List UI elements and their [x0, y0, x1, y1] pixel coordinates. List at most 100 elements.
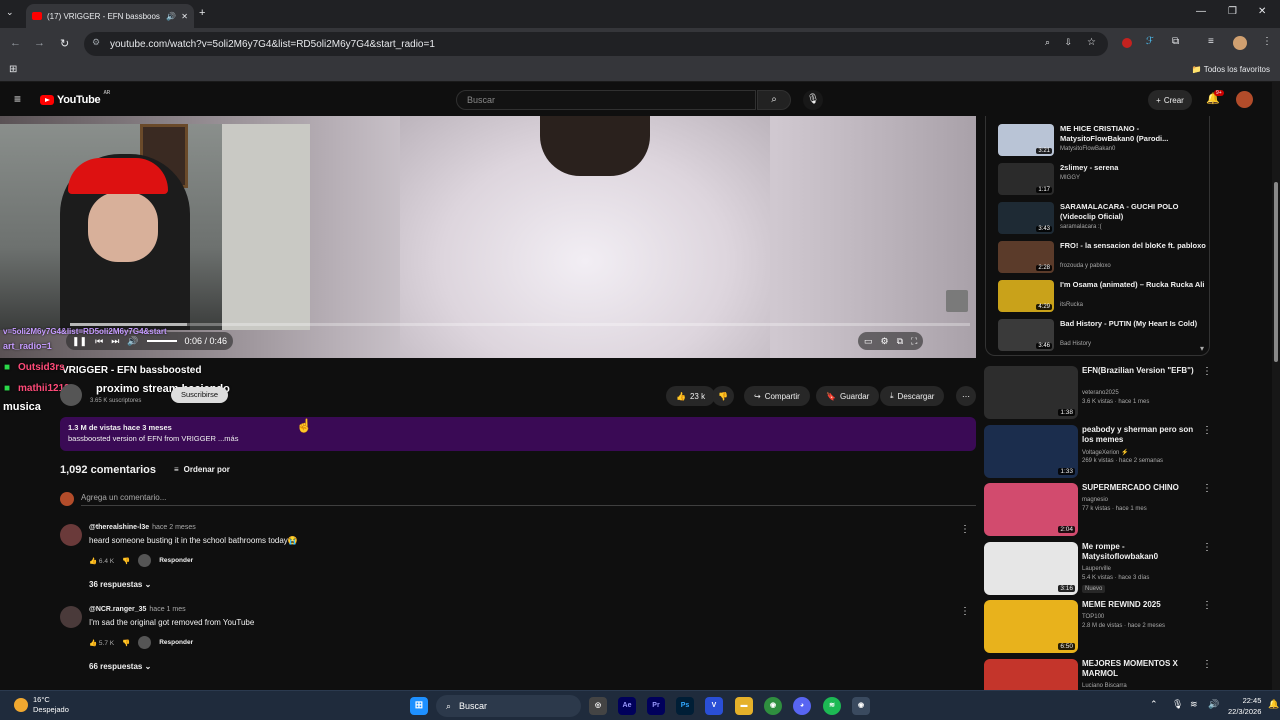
tray-mic-icon[interactable]: 🎙	[1172, 699, 1183, 710]
share-button[interactable]: ↪ Compartir	[744, 386, 810, 406]
view-replies-button[interactable]: 66 respuestas ⌄	[89, 662, 151, 671]
subscribe-button[interactable]: Suscribirse	[171, 387, 229, 403]
recommended-video[interactable]: 1:33 peabody y sherman pero son los meme…	[984, 424, 1212, 481]
tab-search-icon[interactable]: ⌄	[6, 7, 14, 18]
recommended-menu-icon[interactable]: ⋮	[1202, 366, 1212, 377]
windows-start-icon[interactable]: ⊞	[410, 697, 428, 715]
volume-icon[interactable]: 🔊	[127, 336, 138, 347]
extension2-icon[interactable]: ℱ	[1146, 36, 1154, 47]
vegas-icon[interactable]: V	[705, 697, 723, 715]
premiere-icon[interactable]: Pr	[647, 697, 665, 715]
add-comment-input[interactable]: Agrega un comentario...	[81, 493, 166, 502]
comment-like-icon[interactable]: 👍 6.4 K	[89, 557, 114, 565]
site-info-icon[interactable]: ⚙	[92, 37, 100, 48]
discord-icon[interactable]: ◕	[793, 697, 811, 715]
playlist-scroll-down-icon[interactable]: ▾	[1200, 344, 1204, 353]
forward-arrow-icon[interactable]: →	[34, 37, 45, 49]
comment-menu-icon[interactable]: ⋮	[960, 524, 970, 535]
dislike-button[interactable]: 👎	[712, 386, 734, 406]
end-screen-thumbnail[interactable]	[946, 290, 968, 312]
recommended-menu-icon[interactable]: ⋮	[1202, 600, 1212, 611]
playlist-item[interactable]: 3:43 SARAMALACARA - GUCHI POLO (Videocli…	[998, 202, 1208, 238]
spotify-icon[interactable]: ≋	[823, 697, 841, 715]
apps-grid-icon[interactable]: ⊞	[9, 64, 17, 75]
after-effects-icon[interactable]: Ae	[618, 697, 636, 715]
url-field[interactable]: ⚙ youtube.com/watch?v=5oli2M6y7G4&list=R…	[84, 32, 1108, 56]
install-icon[interactable]: ⇩	[1064, 37, 1072, 48]
recommended-video[interactable]: 6:50 MEME REWIND 2025 TOP100 2.8 M de vi…	[984, 600, 1212, 656]
search-button[interactable]: ⌕	[757, 90, 791, 110]
channel-avatar[interactable]	[60, 384, 82, 406]
chrome-active-icon[interactable]: ◉	[852, 697, 870, 715]
settings-gear-icon[interactable]: ⚙	[881, 336, 889, 347]
voice-search-button[interactable]: 🎙	[803, 90, 823, 110]
comment-dislike-icon[interactable]: 👎	[122, 639, 130, 647]
fullscreen-icon[interactable]: ⛶	[911, 336, 917, 347]
comment-avatar[interactable]	[60, 606, 82, 628]
notification-center-icon[interactable]: 🔔	[1268, 699, 1279, 710]
extension-icon[interactable]	[1122, 38, 1132, 48]
create-button[interactable]: + Crear	[1148, 90, 1192, 110]
hamburger-menu-icon[interactable]: ≡	[14, 92, 21, 106]
miniplayer-icon[interactable]: ⧉	[897, 336, 903, 347]
video-progress-bar[interactable]	[70, 323, 970, 326]
weather-widget[interactable]: 16°C Despejado	[33, 695, 69, 715]
copilot-icon[interactable]: ◎	[589, 697, 607, 715]
previous-icon[interactable]: ⏮	[95, 336, 103, 347]
playlist-item[interactable]: 1:17 2slimey - serena MIGGY	[998, 163, 1208, 199]
recommended-video[interactable]: 1:38 EFN(Brazilian Version "EFB") vetera…	[984, 366, 1212, 422]
file-explorer-icon[interactable]: ▬	[735, 697, 753, 715]
wifi-icon[interactable]: ≋	[1190, 699, 1198, 710]
more-actions-button[interactable]: ⋯	[956, 386, 976, 406]
page-scrollbar[interactable]	[1272, 82, 1280, 690]
volume-tray-icon[interactable]: 🔊	[1208, 699, 1219, 710]
reply-button[interactable]: Responder	[159, 557, 193, 564]
recommended-video[interactable]: 2:04 SUPERMERCADO CHINO magnesio 77 k vi…	[984, 483, 1212, 539]
reply-button[interactable]: Responder	[159, 639, 193, 646]
next-icon[interactable]: ⏭	[111, 336, 119, 347]
comment-dislike-icon[interactable]: 👎	[122, 557, 130, 565]
extensions-puzzle-icon[interactable]: ⧉	[1172, 36, 1179, 47]
browser-menu-icon[interactable]: ⋮	[1262, 36, 1272, 47]
bookmark-star-icon[interactable]: ☆	[1087, 37, 1096, 48]
zoom-icon[interactable]: ⌕	[1045, 37, 1050, 48]
subtitles-icon[interactable]: ▭	[864, 336, 873, 347]
comment-author[interactable]: @therealshine-l3e hace 2 meses	[89, 524, 196, 531]
tab-close-icon[interactable]: ✕	[181, 12, 188, 21]
profile-avatar[interactable]	[1233, 36, 1247, 50]
tray-chevron-icon[interactable]: ⌃	[1150, 699, 1158, 710]
youtube-logo[interactable]: YouTube AR	[40, 90, 110, 106]
comment-like-icon[interactable]: 👍 5.7 K	[89, 639, 114, 647]
search-input[interactable]: Buscar	[456, 90, 756, 110]
save-button[interactable]: 🔖 Guardar	[816, 386, 880, 406]
recommended-menu-icon[interactable]: ⋮	[1202, 483, 1212, 494]
playlist-item[interactable]: 2:28 FRO! - la sensacion del bloKe ft. p…	[998, 241, 1208, 277]
pause-icon[interactable]: ❚❚	[72, 336, 87, 347]
window-close-icon[interactable]: ✕	[1258, 6, 1266, 17]
account-avatar[interactable]	[1236, 91, 1253, 108]
new-tab-button[interactable]: +	[199, 7, 205, 19]
minimize-icon[interactable]: —	[1196, 6, 1206, 17]
reload-icon[interactable]: ↻	[60, 37, 69, 50]
view-replies-button[interactable]: 36 respuestas ⌄	[89, 580, 151, 589]
comment-menu-icon[interactable]: ⋮	[960, 606, 970, 617]
recommended-menu-icon[interactable]: ⋮	[1202, 425, 1212, 436]
description-box[interactable]: 1.3 M de vistas hace 3 meses bassboosted…	[60, 417, 976, 451]
comment-author[interactable]: @NCR.ranger_35 hace 1 mes	[89, 606, 186, 613]
download-button[interactable]: ⤓ Descargar	[880, 386, 945, 406]
playlist-item[interactable]: 3:21 ME HICE CRISTIANO - MatysitoFlowBak…	[998, 124, 1208, 160]
scrollbar-thumb[interactable]	[1274, 182, 1278, 362]
restore-icon[interactable]: ❐	[1228, 6, 1237, 17]
volume-slider[interactable]	[146, 340, 177, 342]
playlist-item[interactable]: 3:46 Bad History - PUTIN (My Heart Is Co…	[998, 319, 1208, 355]
playlist-item[interactable]: 4:29 I'm Osama (animated) – Rucka Rucka …	[998, 280, 1208, 316]
recommended-menu-icon[interactable]: ⋮	[1202, 659, 1212, 670]
reading-list-icon[interactable]: ≡	[1208, 36, 1214, 47]
back-arrow-icon[interactable]: ←	[10, 37, 21, 49]
recommended-menu-icon[interactable]: ⋮	[1202, 542, 1212, 553]
comment-avatar[interactable]	[60, 524, 82, 546]
like-button[interactable]: 👍 23 k	[666, 386, 716, 406]
browser-tab-active[interactable]: (17) VRIGGER - EFN bassboos 🔊 ✕	[26, 4, 194, 28]
system-clock[interactable]: 22:45 22/3/2026	[1228, 695, 1261, 717]
recommended-video[interactable]: 3:16 Me rompe - Matysitoflowbakan0 Laupe…	[984, 541, 1212, 598]
